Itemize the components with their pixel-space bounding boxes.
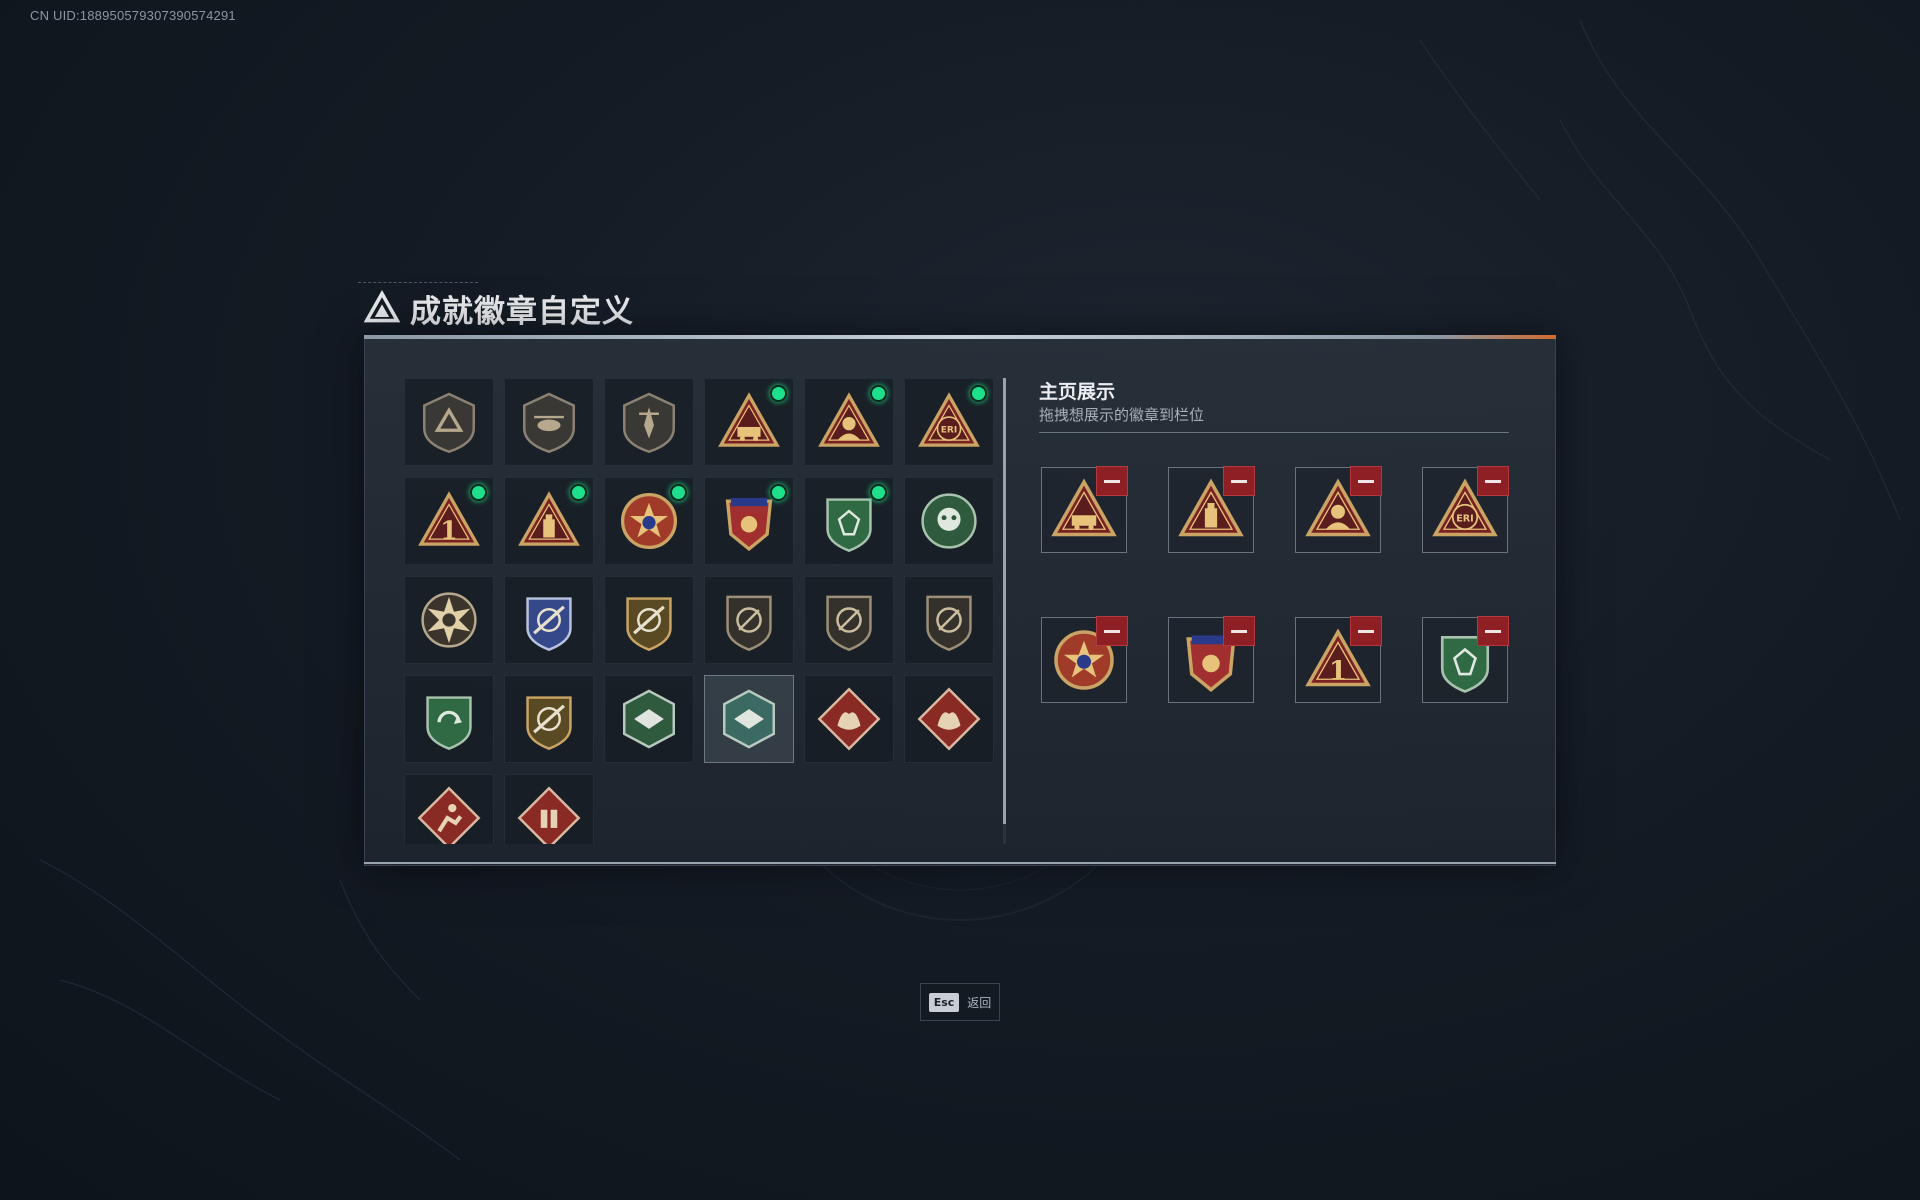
badge-slot[interactable] <box>504 576 594 664</box>
green-hawk-hex-badge-icon <box>623 689 675 749</box>
sunburst-medal-badge-icon <box>421 592 477 648</box>
gold-crosshair-badge-icon <box>626 597 672 652</box>
remove-badge-button[interactable] <box>1223 466 1255 496</box>
minus-icon <box>1231 479 1247 483</box>
new-indicator-dot <box>770 385 787 402</box>
showcase-slot[interactable] <box>1041 616 1128 703</box>
badge-slot[interactable] <box>604 477 694 565</box>
minus-icon <box>1231 629 1247 633</box>
new-indicator-dot <box>870 484 887 501</box>
remove-badge-button[interactable] <box>1096 616 1128 646</box>
inventory-scrollbar[interactable] <box>1003 378 1006 844</box>
badge-slot[interactable] <box>704 675 794 763</box>
new-indicator-dot <box>570 484 587 501</box>
badge-slot[interactable] <box>804 477 894 565</box>
user-uid: CN UID:18895057930739057429​1 <box>30 8 236 23</box>
header-decoration <box>358 282 478 289</box>
badge-slot[interactable] <box>904 477 994 565</box>
showcase-slot[interactable] <box>1422 616 1509 703</box>
shield-triangle-badge-icon <box>423 392 475 454</box>
badge-slot[interactable] <box>404 576 494 664</box>
green-skull-badge-icon <box>921 493 977 549</box>
badge-slot[interactable] <box>704 378 794 466</box>
red-dragon-diamond-badge-icon-2 <box>917 687 981 751</box>
green-arrows-badge-icon <box>426 696 472 751</box>
badge-slot[interactable] <box>804 576 894 664</box>
red-dragon-diamond-badge-icon-1 <box>817 687 881 751</box>
badge-slot[interactable]: ERI <box>904 378 994 466</box>
dark-rifle-badge-icon-1 <box>726 595 772 652</box>
remove-badge-button[interactable] <box>1096 466 1128 496</box>
gold-wings-badge-icon <box>526 696 572 751</box>
badge-slot[interactable] <box>904 675 994 763</box>
back-button[interactable]: Esc 返回 <box>920 983 1000 1021</box>
remove-badge-button[interactable] <box>1477 466 1509 496</box>
badge-slot[interactable]: 1 <box>404 477 494 565</box>
new-indicator-dot <box>870 385 887 402</box>
badge-slot[interactable] <box>504 675 594 763</box>
esc-key-hint: Esc <box>928 992 960 1012</box>
badge-slot[interactable] <box>504 774 594 844</box>
panel-top-accent <box>364 335 1556 339</box>
badge-slot[interactable] <box>604 576 694 664</box>
red-runner-diamond-badge-icon <box>417 786 481 844</box>
badge-slot[interactable] <box>404 774 494 844</box>
game-logo-icon <box>364 290 400 323</box>
showcase-slot[interactable] <box>1168 466 1255 553</box>
showcase-slot[interactable]: 1 <box>1295 616 1382 703</box>
badge-slot[interactable] <box>404 675 494 763</box>
showcase-slot[interactable] <box>1295 466 1382 553</box>
panel-bottom-accent <box>364 862 1556 864</box>
badge-slot[interactable] <box>904 576 994 664</box>
svg-text:ERI: ERI <box>1456 513 1474 524</box>
svg-text:1: 1 <box>1329 655 1347 686</box>
showcase-slot[interactable] <box>1041 466 1128 553</box>
teal-hex-soldier-badge-icon <box>723 689 775 749</box>
blue-crosshair-badge-icon <box>526 597 572 652</box>
page-title: 成就徽章自定义 <box>410 293 634 330</box>
remove-badge-button[interactable] <box>1350 466 1382 496</box>
badge-slot[interactable] <box>804 378 894 466</box>
badge-slot[interactable] <box>404 378 494 466</box>
panel-header: 成就徽章自定义 <box>358 282 634 330</box>
showcase-slot[interactable] <box>1168 616 1255 703</box>
back-label: 返回 <box>967 995 992 1010</box>
minus-icon <box>1358 629 1374 633</box>
dark-rifle-badge-icon-3 <box>926 595 972 652</box>
showcase-slot[interactable]: ERI <box>1422 466 1509 553</box>
new-indicator-dot <box>670 484 687 501</box>
new-indicator-dot <box>770 484 787 501</box>
new-indicator-dot <box>970 385 987 402</box>
badge-slot[interactable] <box>804 675 894 763</box>
svg-text:1: 1 <box>440 516 457 545</box>
minus-icon <box>1358 479 1374 483</box>
new-indicator-dot <box>470 484 487 501</box>
minus-icon <box>1104 479 1120 483</box>
dark-rifle-badge-icon-2 <box>826 595 872 652</box>
helicopter-shield-badge-icon <box>523 392 575 454</box>
badge-slot[interactable] <box>604 675 694 763</box>
scrollbar-thumb[interactable] <box>1003 378 1006 824</box>
showcase-subtitle: 拖拽想展示的徽章到栏位 <box>1039 406 1205 424</box>
minus-icon <box>1485 629 1501 633</box>
remove-badge-button[interactable] <box>1477 616 1509 646</box>
remove-badge-button[interactable] <box>1223 616 1255 646</box>
remove-badge-button[interactable] <box>1350 616 1382 646</box>
showcase-divider <box>1039 432 1509 433</box>
badge-slot[interactable] <box>604 378 694 466</box>
dagger-shield-badge-icon <box>623 392 675 454</box>
badge-slot[interactable] <box>504 378 594 466</box>
badge-slot[interactable] <box>704 477 794 565</box>
showcase-title: 主页展示 <box>1039 381 1116 403</box>
minus-icon <box>1104 629 1120 633</box>
badge-slot[interactable] <box>704 576 794 664</box>
svg-text:ERI: ERI <box>941 426 958 436</box>
red-vest-diamond-badge-icon <box>517 786 581 844</box>
badge-inventory-grid: ERI 1 <box>404 378 998 844</box>
badge-slot[interactable] <box>504 477 594 565</box>
minus-icon <box>1485 479 1501 483</box>
